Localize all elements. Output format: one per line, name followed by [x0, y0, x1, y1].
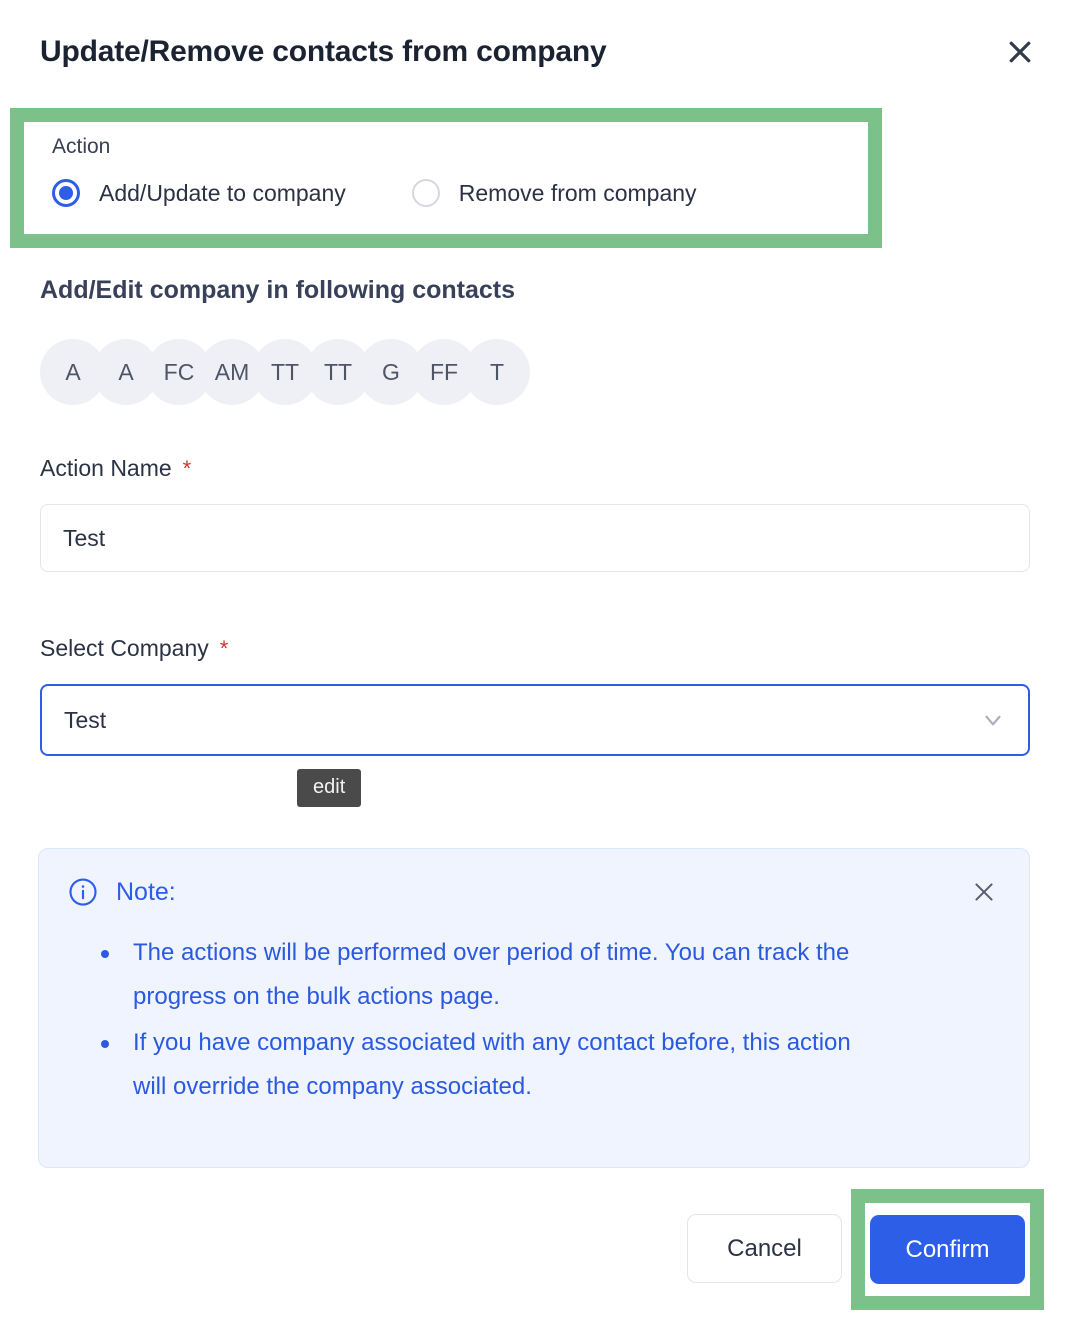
- select-company-label-text: Select Company: [40, 635, 209, 661]
- confirm-button[interactable]: Confirm: [870, 1215, 1025, 1284]
- action-radio-row: Add/Update to company Remove from compan…: [52, 179, 868, 207]
- select-company-label: Select Company *: [40, 635, 1030, 662]
- contact-avatar-group: A A FC AM TT TT G FF T: [40, 339, 530, 405]
- note-callout: Note: The actions will be performed over…: [38, 848, 1030, 1168]
- required-asterisk: *: [182, 456, 192, 481]
- page-title: Update/Remove contacts from company: [40, 35, 607, 68]
- select-company-field-group: Select Company * Test: [40, 635, 1030, 756]
- note-header: Note:: [67, 875, 1001, 909]
- close-icon[interactable]: [967, 875, 1001, 909]
- avatar[interactable]: T: [464, 339, 530, 405]
- note-list: The actions will be performed over perio…: [97, 931, 1001, 1109]
- dialog-header: Update/Remove contacts from company: [0, 0, 1070, 104]
- confirm-button-highlight: Confirm: [851, 1189, 1044, 1310]
- radio-icon-selected[interactable]: [52, 179, 80, 207]
- select-company-dropdown[interactable]: Test: [40, 684, 1030, 756]
- close-icon[interactable]: [998, 30, 1042, 74]
- edit-tooltip: edit: [297, 769, 362, 807]
- list-item: The actions will be performed over perio…: [97, 931, 857, 1019]
- list-item: If you have company associated with any …: [97, 1021, 857, 1109]
- radio-option-remove[interactable]: Remove from company: [411, 179, 697, 207]
- radio-label-add-update: Add/Update to company: [99, 179, 346, 206]
- action-name-label-text: Action Name: [40, 455, 172, 481]
- select-company-value: Test: [64, 706, 107, 733]
- update-remove-contacts-dialog: Update/Remove contacts from company Acti…: [0, 0, 1070, 1326]
- action-group: Action Add/Update to company Remove from…: [24, 122, 868, 234]
- action-name-input[interactable]: [40, 504, 1030, 572]
- action-group-label: Action: [52, 135, 111, 158]
- radio-icon-unselected[interactable]: [411, 179, 440, 207]
- action-name-label: Action Name *: [40, 455, 1030, 482]
- info-circle-icon: [67, 876, 99, 908]
- action-name-field-group: Action Name *: [40, 455, 1030, 572]
- required-asterisk: *: [219, 636, 229, 661]
- note-title: Note:: [116, 877, 176, 906]
- cancel-button[interactable]: Cancel: [687, 1214, 842, 1283]
- contacts-section-heading: Add/Edit company in following contacts: [40, 276, 516, 304]
- radio-option-add-update[interactable]: Add/Update to company: [52, 179, 346, 207]
- action-group-highlight: Action Add/Update to company Remove from…: [10, 108, 882, 248]
- radio-label-remove: Remove from company: [458, 179, 697, 206]
- chevron-down-icon[interactable]: [980, 707, 1006, 733]
